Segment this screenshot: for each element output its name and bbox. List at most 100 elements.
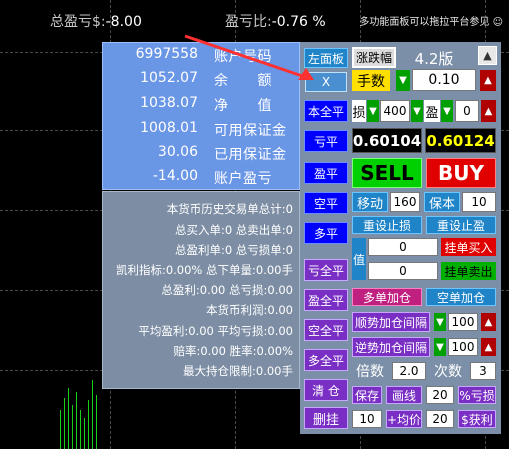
annotation-arrow	[184, 34, 314, 80]
smile-icon: ☺	[492, 17, 503, 28]
candle	[60, 410, 61, 449]
add-short-button[interactable]: 空单加仓	[426, 288, 496, 306]
candle	[76, 392, 77, 449]
down-arrow-icon: ▼	[369, 105, 377, 117]
counter-add-label: 逆势加仓间隔	[352, 337, 430, 357]
reset-takeprofit-button[interactable]: 重设止盈	[426, 216, 496, 234]
trend-add-decrease-button[interactable]: ▼	[434, 313, 446, 331]
down-arrow-icon: ▼	[436, 341, 444, 353]
takeprofit-increase-button[interactable]: ▲	[481, 100, 496, 122]
stats-line: 本货币历史交易单总计:0	[166, 202, 293, 216]
takeprofit-input[interactable]: 0	[455, 100, 479, 122]
stats-line: 平均盈利:0.00 平均亏损:0.00	[138, 324, 293, 338]
pending-buy-button[interactable]: 挂单买入	[441, 238, 496, 256]
used-margin-label: 已用保证金	[214, 147, 287, 163]
counter-add-increase-button[interactable]: ▲	[481, 338, 496, 356]
trend-add-increase-button[interactable]: ▲	[481, 313, 496, 331]
percent-loss-input[interactable]: 20	[426, 386, 454, 404]
close-profit-button[interactable]: 盈平	[304, 162, 348, 184]
candle	[92, 380, 93, 449]
candle	[96, 395, 97, 449]
stoploss-input[interactable]: 400	[380, 100, 410, 122]
up-arrow-icon: ▲	[484, 75, 492, 86]
used-margin-value: 30.06	[157, 144, 198, 160]
candle	[84, 418, 85, 449]
delete-pending-button[interactable]: 删挂	[304, 407, 348, 429]
clear-positions-button[interactable]: 清 仓	[304, 379, 348, 401]
trailing-stop-input[interactable]: 160	[390, 192, 420, 212]
profit-target-input[interactable]: 20	[426, 410, 454, 428]
buy-button[interactable]: BUY	[426, 158, 496, 188]
collapse-button[interactable]: ▲	[478, 46, 497, 65]
down-arrow-icon: ▼	[399, 75, 407, 86]
breakeven-input[interactable]: 10	[462, 192, 496, 212]
stats-line: 赔率:0.00 胜率:0.00%	[173, 344, 293, 358]
candle	[64, 398, 65, 449]
panel-notice: 多功能面板可以拖拉平台参见 ☺	[359, 13, 503, 28]
stats-panel: 本货币历史交易单总计:0 总买入单:0 总卖出单:0 总盈利单:0 总亏损单:0…	[102, 191, 300, 389]
total-profit-label: 总盈亏$:	[50, 14, 106, 30]
close-long-all-button[interactable]: 多全平	[304, 349, 348, 371]
trailing-stop-label: 移动	[352, 192, 388, 212]
close-profit-all-button[interactable]: 盈全平	[304, 289, 348, 311]
total-profit-value: -8.00	[105, 14, 142, 30]
close-long-button[interactable]: 多平	[304, 222, 348, 244]
down-arrow-icon: ▼	[443, 105, 451, 117]
stoploss-up-button[interactable]: ▼	[411, 100, 423, 122]
average-input[interactable]: 10	[352, 410, 382, 428]
percent-loss-button[interactable]: %亏损	[458, 386, 496, 404]
account-row: 30.06 已用保证金	[102, 140, 300, 167]
multiplier-input[interactable]: 2.0	[392, 362, 426, 380]
ask-price: 0.60124	[425, 128, 496, 153]
candle	[72, 405, 73, 449]
sell-button[interactable]: SELL	[352, 158, 422, 188]
lots-increase-button[interactable]: ▲	[480, 70, 496, 91]
total-profit: 总盈亏$:-8.00	[50, 11, 142, 31]
takeprofit-label: 盈	[424, 100, 440, 122]
free-margin-label: 可用保证金	[214, 123, 287, 139]
panel-notice-text: 多功能面板可以拖拉平台参见	[359, 17, 490, 28]
average-button[interactable]: +均价	[386, 410, 422, 428]
lots-decrease-button[interactable]: ▼	[396, 70, 410, 91]
trend-add-label: 顺势加仓间隔	[352, 312, 430, 332]
stats-line: 凯利指标:0.00% 总下单量:0.00手	[115, 263, 293, 277]
breakeven-label: 保本	[424, 192, 460, 212]
times-input[interactable]: 3	[470, 362, 496, 380]
takeprofit-decrease-button[interactable]: ▼	[441, 100, 453, 122]
stats-line: 本货币利润:0.00	[206, 303, 293, 317]
account-pl-label: 账户盈亏	[214, 171, 272, 187]
save-button[interactable]: 保存	[352, 386, 382, 404]
stats-line: 最大持仓限制:0.00手	[183, 364, 293, 378]
account-pl-value: -14.00	[152, 168, 198, 184]
pending-price-input-1[interactable]: 0	[368, 238, 438, 256]
rise-fall-button[interactable]: 涨跌幅	[352, 47, 396, 68]
lots-input[interactable]: 0.10	[412, 69, 476, 91]
draw-line-button[interactable]: 画线	[386, 386, 422, 404]
add-long-button[interactable]: 多单加仓	[352, 288, 422, 306]
down-arrow-icon: ▼	[436, 316, 444, 328]
trend-add-input[interactable]: 100	[448, 313, 478, 331]
close-short-all-button[interactable]: 空全平	[304, 319, 348, 341]
equity-label: 净 值	[214, 98, 272, 114]
equity-value: 1038.07	[140, 95, 198, 111]
account-row: -14.00 账户盈亏	[102, 164, 300, 191]
close-short-button[interactable]: 空平	[304, 192, 348, 214]
pending-price-input-2[interactable]: 0	[368, 262, 438, 280]
counter-add-decrease-button[interactable]: ▼	[434, 338, 446, 356]
down-arrow-icon: ▼	[413, 105, 421, 117]
candle	[80, 410, 81, 449]
close-loss-button[interactable]: 亏平	[304, 130, 348, 152]
account-row: 1008.01 可用保证金	[102, 116, 300, 143]
close-all-button[interactable]: 本全平	[304, 100, 348, 122]
stats-line: 总盈利单:0 总亏损单:0	[174, 243, 293, 257]
close-loss-all-button[interactable]: 亏全平	[304, 259, 348, 281]
counter-add-input[interactable]: 100	[448, 338, 478, 356]
lots-label: 手数	[352, 70, 390, 91]
up-arrow-icon: ▲	[484, 316, 493, 328]
profit-target-button[interactable]: $获利	[458, 410, 496, 428]
pending-sell-button[interactable]: 挂单卖出	[441, 262, 496, 280]
stoploss-decrease-button[interactable]: ▼	[367, 100, 379, 122]
up-arrow-icon: ▲	[484, 341, 493, 353]
reset-stoploss-button[interactable]: 重设止损	[352, 216, 422, 234]
candle	[68, 388, 69, 449]
